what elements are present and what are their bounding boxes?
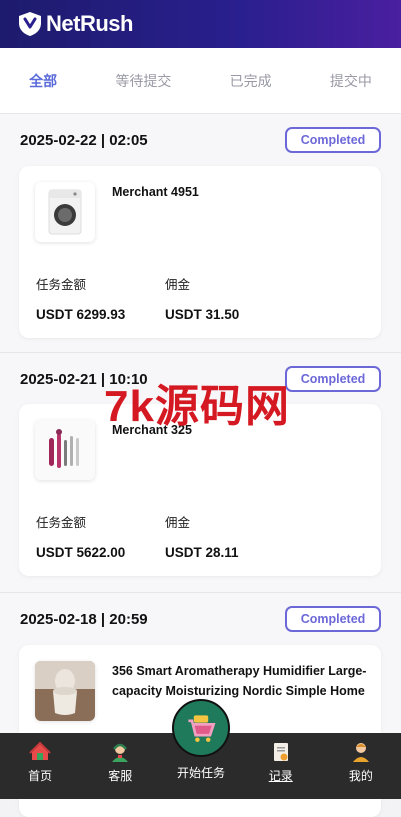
order-time: 2025-02-22 | 02:05 <box>20 131 148 149</box>
record-icon <box>273 743 288 761</box>
tab-completed[interactable]: 已完成 <box>230 71 272 91</box>
nav-home[interactable]: 首页 <box>0 733 80 799</box>
washing-machine-icon <box>35 182 95 242</box>
nav-profile[interactable]: 我的 <box>321 733 401 799</box>
brand-logo[interactable]: NetRush <box>16 10 133 38</box>
tab-pending[interactable]: 等待提交 <box>115 71 171 91</box>
task-amount-label: 任务金额 <box>36 516 87 530</box>
order-card[interactable]: Merchant 4951 任务金额 USDT 6299.93 佣金 USDT … <box>19 166 381 338</box>
commission-value: USDT 31.50 <box>165 307 240 322</box>
status-button[interactable]: Completed <box>285 127 381 153</box>
nav-support-label: 客服 <box>108 769 133 783</box>
profile-icon <box>352 743 369 762</box>
order-item: 2025-02-22 | 02:05 Completed Merchant 49… <box>0 114 401 353</box>
task-amount-block: 任务金额 USDT 5622.00 <box>36 512 125 560</box>
status-button[interactable]: Completed <box>285 366 381 392</box>
task-amount-label: 任务金额 <box>36 278 87 292</box>
home-icon <box>29 741 51 760</box>
tab-all[interactable]: 全部 <box>29 71 57 91</box>
task-amount-value: USDT 5622.00 <box>36 545 126 560</box>
nav-records[interactable]: 记录 <box>241 733 321 799</box>
nav-home-label: 首页 <box>28 769 53 783</box>
app-header: NetRush <box>0 0 401 48</box>
order-time: 2025-02-18 | 20:59 <box>20 610 148 628</box>
tab-submitting[interactable]: 提交中 <box>330 71 372 91</box>
status-button[interactable]: Completed <box>285 606 381 632</box>
commission-block: 佣金 USDT 31.50 <box>165 274 239 322</box>
watermark-text: 7k源码网 <box>104 382 290 431</box>
nav-start-task-label: 开始任务 <box>176 766 225 780</box>
commission-block: 佣金 USDT 28.11 <box>165 512 239 560</box>
support-agent-icon <box>112 743 129 762</box>
humidifier-icon <box>35 661 95 721</box>
hair-styler-icon <box>35 420 95 480</box>
merchant-name: 356 Smart Aromatherapy Humidifier Large-… <box>112 664 367 698</box>
shopping-cart-icon <box>188 715 216 742</box>
commission-label: 佣金 <box>165 516 191 530</box>
task-amount-value: USDT 6299.93 <box>36 307 126 322</box>
commission-value: USDT 28.11 <box>165 545 239 560</box>
app-name: NetRush <box>46 11 133 36</box>
nav-support[interactable]: 客服 <box>80 733 160 799</box>
nav-profile-label: 我的 <box>348 769 373 783</box>
start-task-button[interactable] <box>172 699 230 757</box>
task-amount-block: 任务金额 USDT 6299.93 <box>36 274 125 322</box>
commission-label: 佣金 <box>165 278 191 292</box>
shield-logo-icon <box>19 12 41 36</box>
order-filter-tabs: 全部 等待提交 已完成 提交中 <box>0 48 401 114</box>
nav-records-label: 记录 <box>268 769 293 783</box>
merchant-name: Merchant 4951 <box>112 185 199 199</box>
